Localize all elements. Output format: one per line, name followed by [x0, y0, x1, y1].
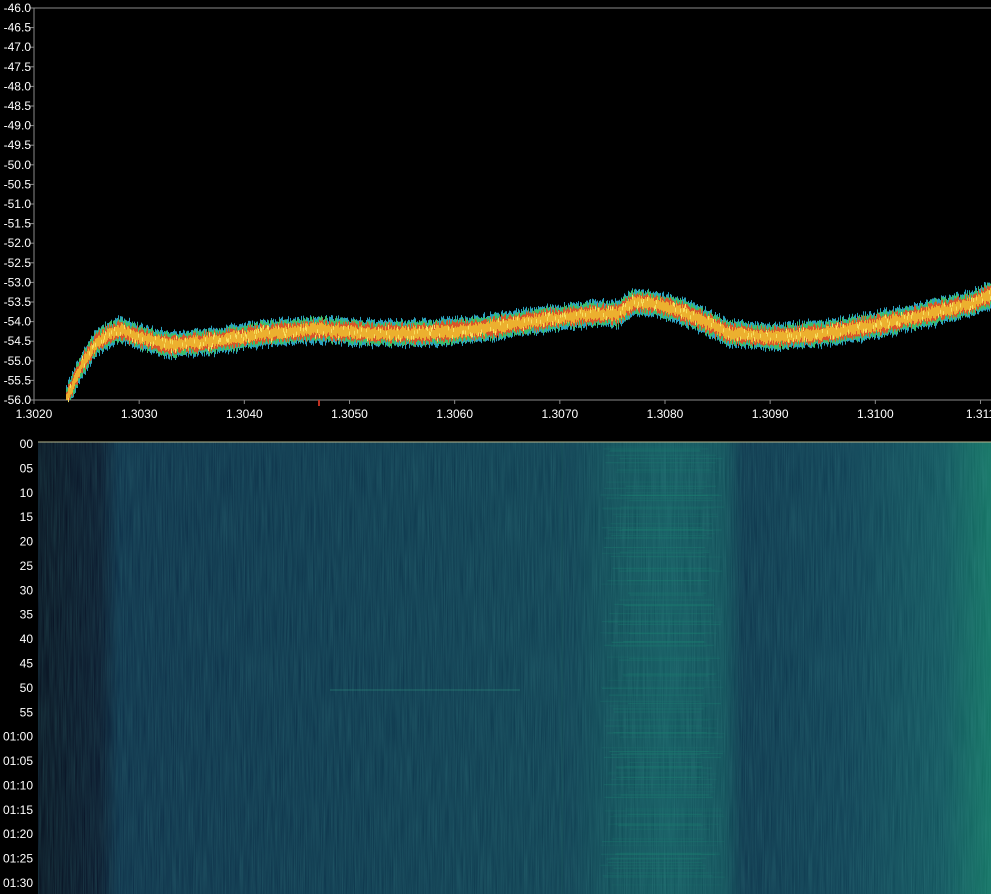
marker-tick	[318, 400, 320, 406]
x-tick-label: 1.3050	[331, 407, 368, 421]
x-tick-label: 1.3080	[647, 407, 684, 421]
y-tick-label: -47.5	[4, 60, 32, 74]
x-tick-label: 1.3070	[541, 407, 578, 421]
time-label: 05	[20, 461, 34, 475]
time-label: 55	[20, 705, 34, 719]
time-label: 00	[20, 437, 34, 451]
spectrum-display: -46.0 -46.5 -47.0 -47.5 -48.0 -48.5 -49.0 -49.5…	[0, 0, 991, 894]
y-tick-label: -53.5	[4, 295, 32, 309]
y-tick-label: -50.0	[4, 158, 32, 172]
y-tick-label: -52.0	[4, 236, 32, 250]
time-label: 20	[20, 535, 34, 549]
y-tick-label: -50.5	[4, 177, 32, 191]
time-label: 01:20	[3, 827, 33, 841]
y-tick-label: -51.5	[4, 217, 32, 231]
x-tick-label: 1.311	[966, 407, 991, 421]
y-tick-label: -48.5	[4, 99, 32, 113]
y-tick-label: -47.0	[4, 40, 32, 54]
x-tick-label: 1.3060	[436, 407, 473, 421]
time-label: 35	[20, 608, 34, 622]
y-axis-ticks: -46.0 -46.5 -47.0 -47.5 -48.0 -48.5 -49.0 -49.5…	[4, 1, 34, 407]
waterfall-noise	[38, 442, 991, 894]
y-tick-label: -55.5	[4, 373, 32, 387]
spectrum-panel: -46.0 -46.5 -47.0 -47.5 -48.0 -48.5 -49.0 -49.5…	[0, 0, 991, 432]
y-tick-label: -56.0	[4, 393, 32, 407]
time-axis-labels: 00 05 10 15 20 25 30 35 40 45 50 55 01:00 01:05 01:10 0…	[3, 437, 33, 890]
y-tick-label: -46.5	[4, 21, 32, 35]
x-tick-label: 1.3100	[857, 407, 894, 421]
time-label: 01:10	[3, 778, 33, 792]
x-tick-label: 1.3030	[121, 407, 158, 421]
spectrum-analyzer-view: -46.0 -46.5 -47.0 -47.5 -48.0 -48.5 -49.0 -49.5…	[0, 0, 991, 894]
waterfall-panel: 00 05 10 15 20 25 30 35 40 45 50 55 01:00 01:05 01:10 0…	[3, 437, 991, 894]
time-label: 01:30	[3, 876, 33, 890]
time-label: 40	[20, 632, 34, 646]
time-label: 45	[20, 657, 34, 671]
y-tick-label: -48.0	[4, 79, 32, 93]
time-label: 15	[20, 510, 34, 524]
y-tick-label: -49.0	[4, 119, 32, 133]
y-tick-label: -53.0	[4, 275, 32, 289]
time-label: 01:00	[3, 730, 33, 744]
y-tick-label: -55.0	[4, 354, 32, 368]
x-tick-label: 1.3020	[16, 407, 53, 421]
time-label: 30	[20, 583, 34, 597]
y-tick-label: -52.5	[4, 256, 32, 270]
y-tick-label: -54.5	[4, 334, 32, 348]
time-label: 10	[20, 486, 34, 500]
x-tick-label: 1.3040	[226, 407, 263, 421]
y-tick-label: -54.0	[4, 315, 32, 329]
time-label: 01:15	[3, 803, 33, 817]
time-label: 50	[20, 681, 34, 695]
time-label: 01:25	[3, 852, 33, 866]
y-tick-label: -51.0	[4, 197, 32, 211]
y-tick-label: -49.5	[4, 138, 32, 152]
time-label: 01:05	[3, 754, 33, 768]
spectrum-background	[0, 0, 991, 432]
y-tick-label: -46.0	[4, 1, 32, 15]
x-tick-label: 1.3090	[752, 407, 789, 421]
time-label: 25	[20, 559, 34, 573]
